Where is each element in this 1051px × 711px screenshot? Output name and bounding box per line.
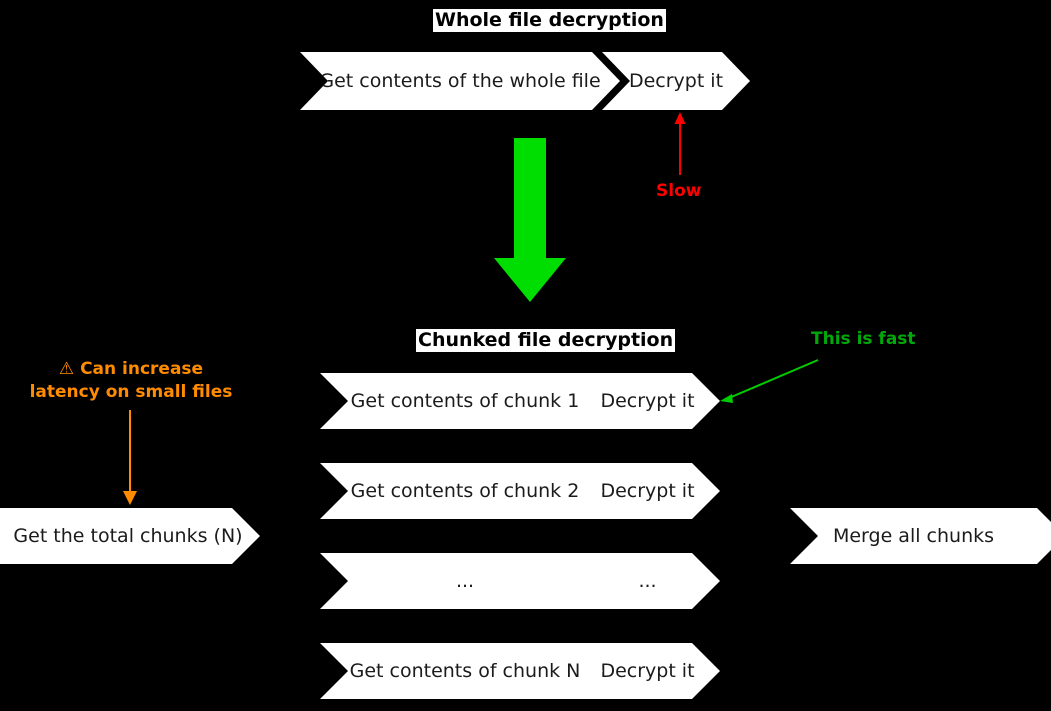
- latency-warning-line-1: ⚠ Can increase: [58, 359, 204, 379]
- chunk-row-4-get-label: Get contents of chunk N: [349, 660, 581, 682]
- fast-arrow-icon: [720, 359, 819, 403]
- chunk-row-2-get-label: Get contents of chunk 2: [350, 480, 580, 502]
- diagram-canvas: Whole file decryption Get contents of th…: [0, 0, 1051, 711]
- step-decrypt-whole-file: Decrypt it: [602, 52, 750, 110]
- latency-warning-line-2: latency on small files: [29, 382, 233, 402]
- step-merge-all-chunks: Merge all chunks: [790, 508, 1051, 564]
- chunk-row-4-get: Get contents of chunk N: [320, 643, 610, 699]
- chunk-row-3-get-label: ...: [455, 570, 475, 592]
- step-merge-all-chunks-label: Merge all chunks: [832, 525, 995, 547]
- chunk-row-1-get-label: Get contents of chunk 1: [350, 390, 580, 412]
- slow-arrow-icon: [674, 112, 686, 175]
- step-get-whole-file: Get contents of the whole file: [300, 52, 620, 110]
- big-down-arrow-icon: [494, 138, 566, 302]
- chunk-row-3-decrypt-label: ...: [638, 570, 657, 592]
- latency-warning-arrow-icon: [123, 410, 137, 505]
- chunk-row-1-get: Get contents of chunk 1: [320, 373, 610, 429]
- latency-warning-annotation: ⚠ Can increase latency on small files: [1, 358, 261, 404]
- step-decrypt-whole-file-label: Decrypt it: [628, 70, 724, 92]
- whole-file-section-title: Whole file decryption: [433, 9, 666, 32]
- chunk-row-4-decrypt-label: Decrypt it: [600, 660, 695, 682]
- step-get-total-chunks-label: Get the total chunks (N): [13, 525, 243, 547]
- chunked-file-section-title: Chunked file decryption: [416, 329, 676, 352]
- fast-annotation-label: This is fast: [811, 329, 916, 349]
- chunk-row-1-decrypt-label: Decrypt it: [600, 390, 695, 412]
- slow-annotation-label: Slow: [656, 181, 702, 201]
- chunk-row-2-get: Get contents of chunk 2: [320, 463, 610, 519]
- chunk-row-2-decrypt-label: Decrypt it: [600, 480, 695, 502]
- chunk-row-3-get: ...: [320, 553, 610, 609]
- step-get-total-chunks: Get the total chunks (N): [0, 508, 260, 564]
- step-get-whole-file-label: Get contents of the whole file: [319, 70, 601, 92]
